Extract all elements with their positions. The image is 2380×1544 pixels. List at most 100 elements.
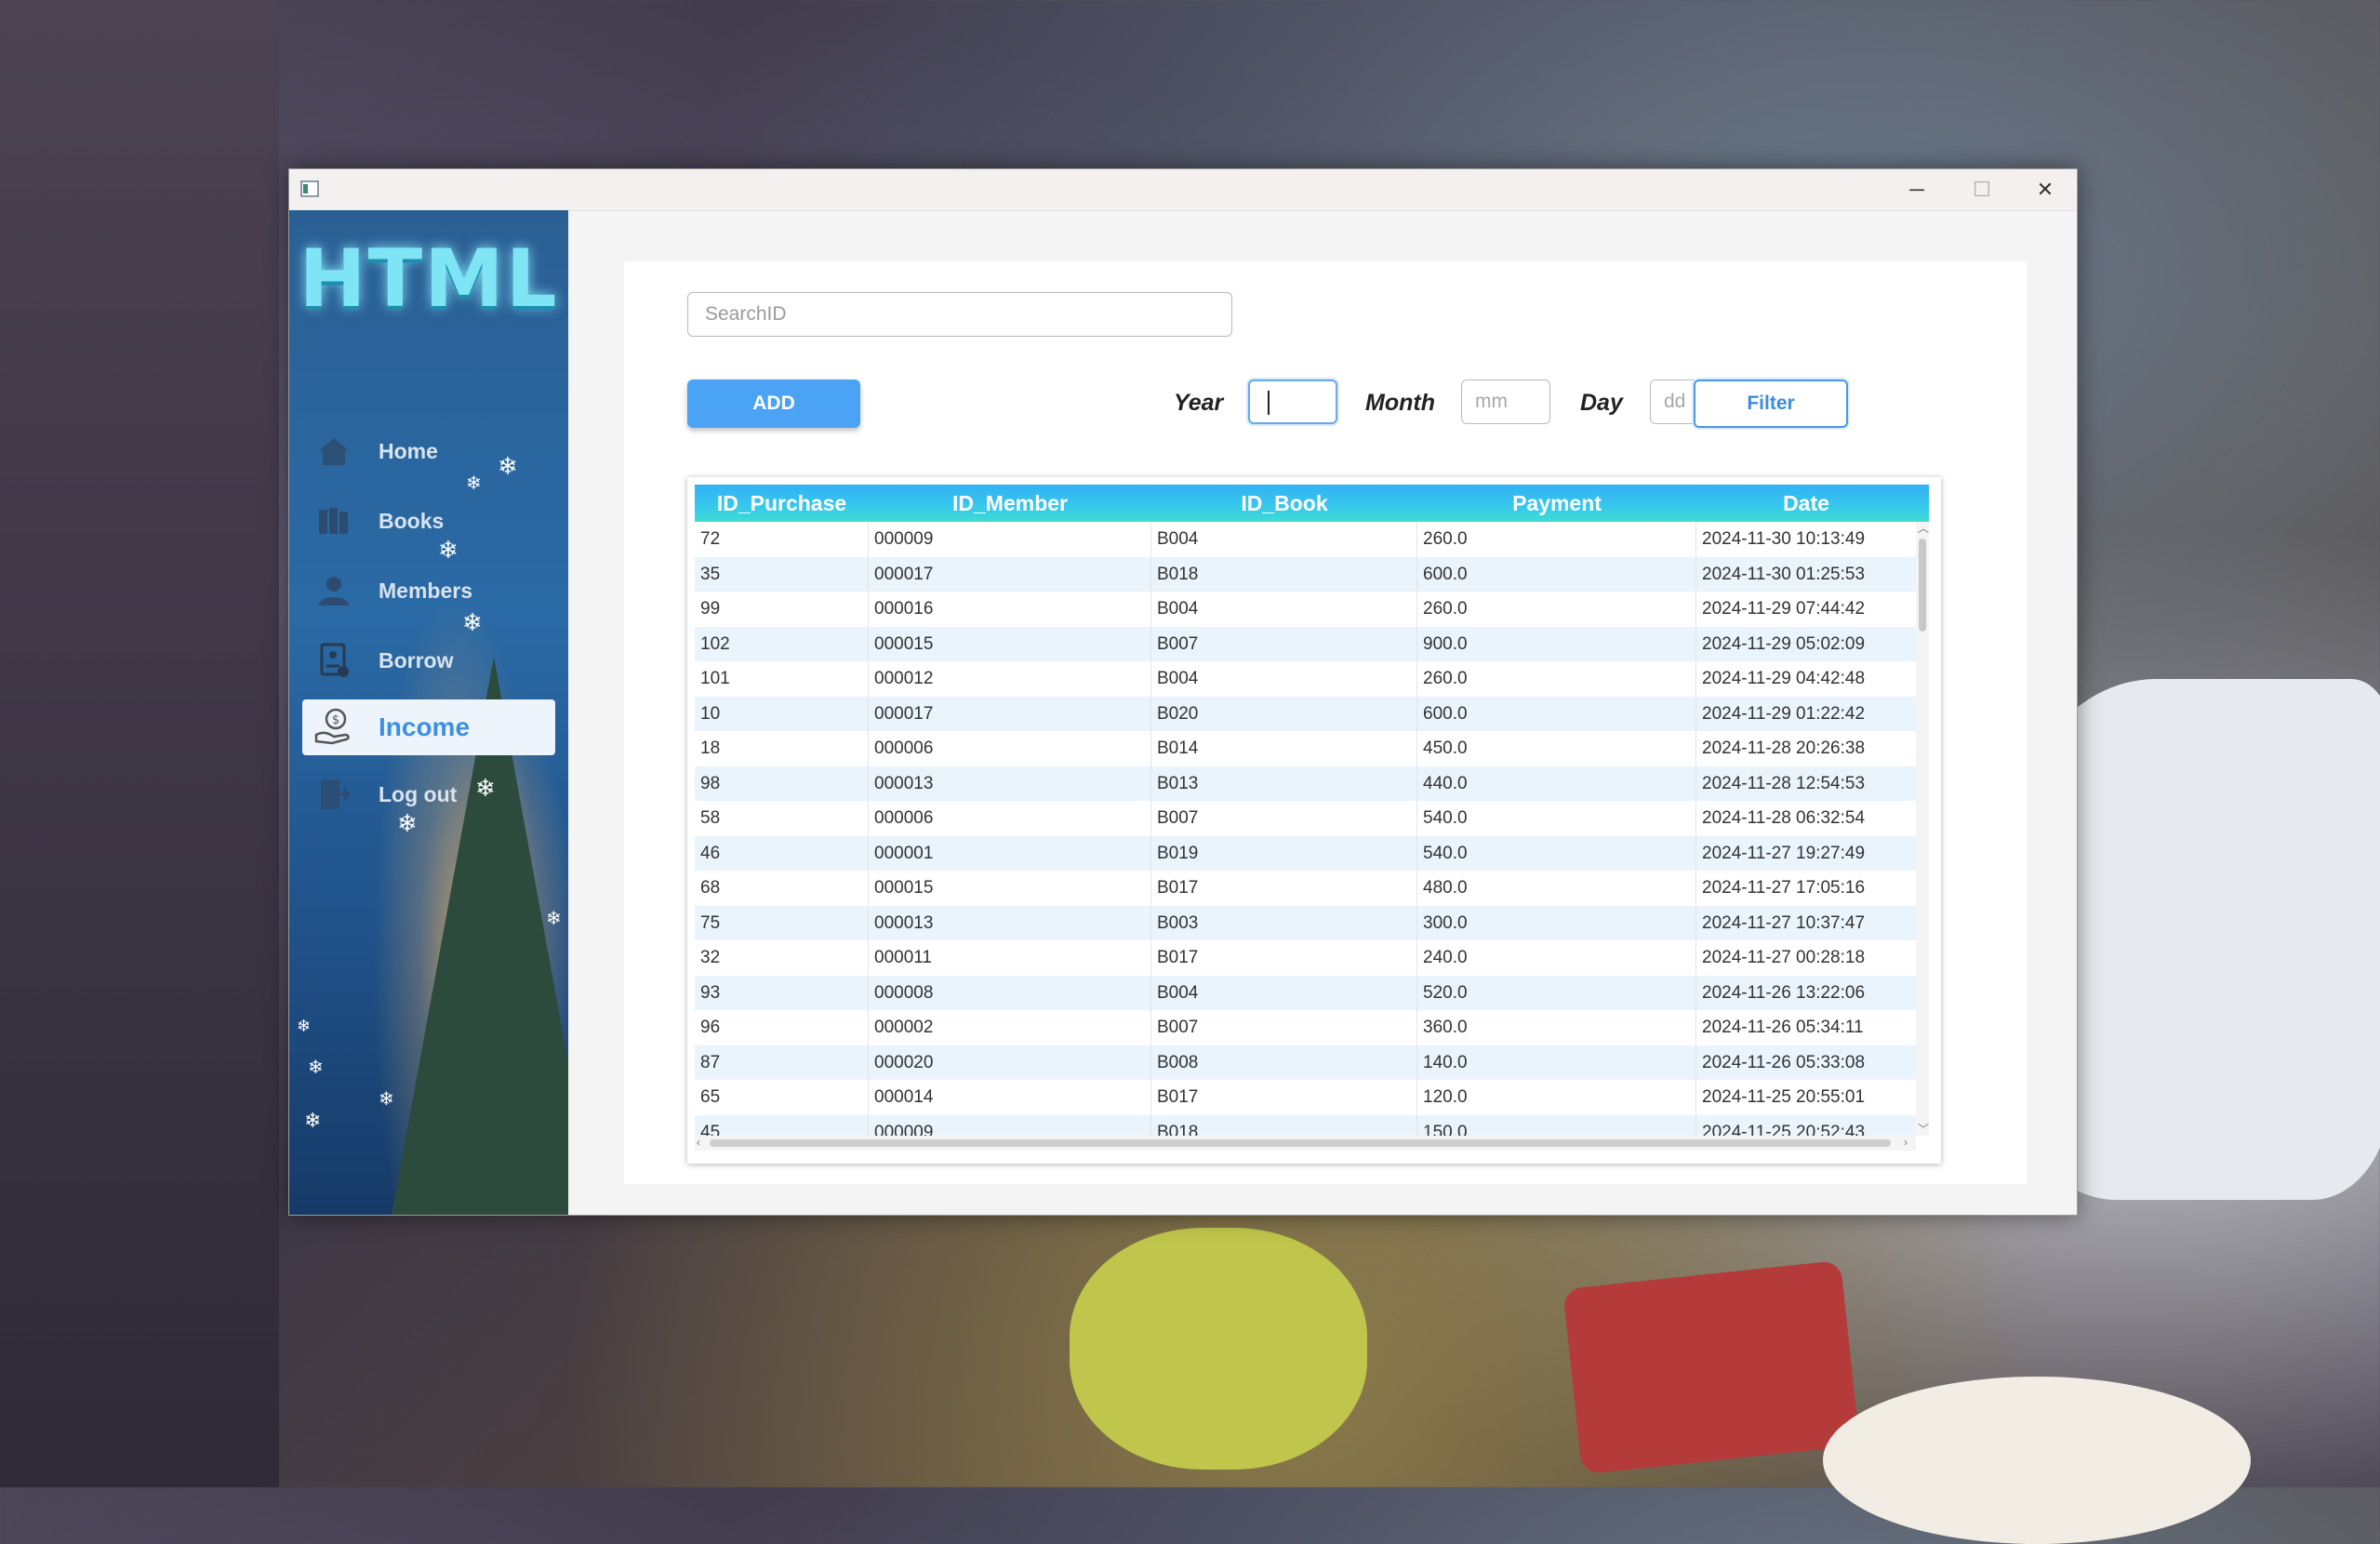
table-cell: 000020 bbox=[869, 1045, 1151, 1080]
table-cell: B014 bbox=[1151, 731, 1417, 766]
table-cell: 600.0 bbox=[1417, 696, 1696, 731]
table-cell: 2024-11-28 12:54:53 bbox=[1702, 773, 1866, 793]
year-input[interactable] bbox=[1248, 379, 1337, 424]
sidebar-item-label: Log out bbox=[379, 781, 458, 806]
table-row[interactable]: 45 000009 B018 150.0 2024-11-25 20:52:43 bbox=[695, 1114, 1916, 1137]
table-cell: 96 bbox=[695, 1010, 869, 1045]
table-cell: 000009 bbox=[869, 1114, 1151, 1136]
table-cell: 000017 bbox=[869, 556, 1151, 592]
table-cell: 102 bbox=[695, 626, 869, 661]
scroll-up-icon[interactable]: ︿ bbox=[1918, 520, 1929, 536]
table-cell: B017 bbox=[1151, 940, 1417, 976]
table-cell: 75 bbox=[695, 905, 869, 940]
table-cell: 2024-11-27 17:05:16 bbox=[1702, 878, 1866, 898]
year-label: Year bbox=[1174, 390, 1224, 416]
table-cell: B019 bbox=[1151, 835, 1417, 871]
search-input[interactable] bbox=[687, 292, 1232, 337]
table-row[interactable]: 65 000014 B017 120.0 2024-11-25 20:55:01 bbox=[695, 1080, 1916, 1115]
table-row[interactable]: 75 000013 B003 300.0 2024-11-27 10:37:47 bbox=[695, 905, 1916, 940]
table-cell: 000008 bbox=[869, 975, 1151, 1010]
table-cell: 000001 bbox=[869, 835, 1151, 871]
sidebar-item-logout[interactable]: Log out bbox=[302, 766, 555, 822]
month-input[interactable] bbox=[1461, 379, 1550, 424]
sidebar-item-home[interactable]: Home bbox=[302, 423, 555, 479]
table-cell: 2024-11-30 10:13:49 bbox=[1702, 529, 1866, 549]
sidebar-item-books[interactable]: Books bbox=[302, 493, 555, 549]
app-window: ─ ☐ ✕ HTML ❄ ❄ ❄ ❄ ❄ ❄ ❄ ❄ ❄ ❄ ❄ Home Bo… bbox=[288, 168, 2078, 1216]
table-cell: 000009 bbox=[869, 522, 1151, 557]
table-row[interactable]: 46 000001 B019 540.0 2024-11-27 19:27:49 bbox=[695, 835, 1916, 871]
sidebar-item-income[interactable]: $ Income bbox=[302, 699, 555, 755]
table-header: ID_Purchase ID_Member ID_Book Payment Da… bbox=[695, 485, 1929, 522]
scroll-down-icon[interactable]: ﹀ bbox=[1918, 1121, 1929, 1137]
table-row[interactable]: 98 000013 B013 440.0 2024-11-28 12:54:53 bbox=[695, 765, 1916, 801]
column-header[interactable]: Payment bbox=[1417, 485, 1696, 522]
home-icon bbox=[312, 429, 356, 473]
table-cell: B004 bbox=[1151, 522, 1417, 557]
horizontal-scrollbar[interactable]: ‹ › bbox=[695, 1136, 1916, 1151]
maximize-button[interactable]: ☐ bbox=[1950, 169, 2014, 210]
table-cell: 000017 bbox=[869, 696, 1151, 731]
table-row[interactable]: 101 000012 B004 260.0 2024-11-29 04:42:48 bbox=[695, 661, 1916, 697]
table-cell: 000016 bbox=[869, 592, 1151, 627]
column-header[interactable]: ID_Purchase bbox=[695, 485, 869, 522]
table-cell: 2024-11-26 13:22:06 bbox=[1702, 982, 1866, 1003]
scroll-left-icon[interactable]: ‹ bbox=[697, 1136, 700, 1149]
table-cell: 2024-11-25 20:55:01 bbox=[1702, 1087, 1866, 1107]
table-row[interactable]: 99 000016 B004 260.0 2024-11-29 07:44:42 bbox=[695, 592, 1916, 627]
table-cell: 58 bbox=[695, 801, 869, 836]
members-icon bbox=[312, 568, 356, 613]
svg-text:$: $ bbox=[332, 713, 339, 727]
filter-button[interactable]: Filter bbox=[1694, 379, 1848, 428]
borrow-icon bbox=[312, 638, 356, 683]
app-icon bbox=[300, 180, 319, 197]
table-row[interactable]: 68 000015 B017 480.0 2024-11-27 17:05:16 bbox=[695, 871, 1916, 906]
sidebar-item-borrow[interactable]: Borrow bbox=[302, 632, 555, 688]
table-cell: 480.0 bbox=[1417, 871, 1696, 906]
table-cell: 360.0 bbox=[1417, 1010, 1696, 1045]
table-cell: 65 bbox=[695, 1080, 869, 1115]
table-cell: 000006 bbox=[869, 801, 1151, 836]
table-row[interactable]: 102 000015 B007 900.0 2024-11-29 05:02:09 bbox=[695, 626, 1916, 661]
table-row[interactable]: 18 000006 B014 450.0 2024-11-28 20:26:38 bbox=[695, 731, 1916, 766]
app-logo: HTML bbox=[299, 233, 559, 326]
scroll-right-icon[interactable]: › bbox=[1904, 1136, 1908, 1149]
column-header[interactable]: ID_Book bbox=[1151, 485, 1417, 522]
close-button[interactable]: ✕ bbox=[2014, 169, 2077, 210]
sidebar-item-members[interactable]: Members bbox=[302, 563, 555, 619]
table-cell: 540.0 bbox=[1417, 801, 1696, 836]
table-cell: 72 bbox=[695, 522, 869, 557]
table-cell: 540.0 bbox=[1417, 835, 1696, 871]
table-cell: 2024-11-26 05:34:11 bbox=[1702, 1018, 1864, 1037]
snowflake-icon: ❄ bbox=[297, 1017, 312, 1035]
table-body: 72 000009 B004 260.0 2024-11-30 10:13:49 35 00… bbox=[695, 522, 1916, 1136]
table-row[interactable]: 96 000002 B007 360.0 2024-11-26 05:34:11 bbox=[695, 1010, 1916, 1045]
table-row[interactable]: 58 000006 B007 540.0 2024-11-28 06:32:54 bbox=[695, 801, 1916, 836]
table-cell: 2024-11-25 20:52:43 bbox=[1702, 1122, 1866, 1137]
table-row[interactable]: 72 000009 B004 260.0 2024-11-30 10:13:49 bbox=[695, 522, 1916, 557]
table-row[interactable]: 93 000008 B004 520.0 2024-11-26 13:22:06 bbox=[695, 975, 1916, 1010]
table-cell: 000015 bbox=[869, 871, 1151, 906]
column-header[interactable]: Date bbox=[1696, 485, 1916, 522]
table-cell: 93 bbox=[695, 975, 869, 1010]
day-label: Day bbox=[1580, 390, 1623, 416]
table-cell: 32 bbox=[695, 940, 869, 976]
table-row[interactable]: 87 000020 B008 140.0 2024-11-26 05:33:08 bbox=[695, 1045, 1916, 1080]
table-row[interactable]: 32 000011 B017 240.0 2024-11-27 00:28:18 bbox=[695, 940, 1916, 976]
table-cell: 87 bbox=[695, 1045, 869, 1080]
table-cell: 35 bbox=[695, 556, 869, 592]
table-cell: 900.0 bbox=[1417, 626, 1696, 661]
scrollbar-thumb[interactable] bbox=[710, 1139, 1891, 1147]
minimize-button[interactable]: ─ bbox=[1885, 169, 1948, 210]
table-cell: B007 bbox=[1151, 626, 1417, 661]
table-cell: 2024-11-27 10:37:47 bbox=[1702, 912, 1866, 933]
table-cell: 600.0 bbox=[1417, 556, 1696, 592]
scrollbar-thumb[interactable] bbox=[1919, 539, 1926, 632]
table-cell: B004 bbox=[1151, 661, 1417, 697]
table-row[interactable]: 10 000017 B020 600.0 2024-11-29 01:22:42 bbox=[695, 696, 1916, 731]
add-button[interactable]: ADD bbox=[687, 379, 860, 428]
vertical-scrollbar[interactable]: ︿ ﹀ bbox=[1916, 522, 1929, 1136]
table-row[interactable]: 35 000017 B018 600.0 2024-11-30 01:25:53 bbox=[695, 556, 1916, 592]
table-cell: B007 bbox=[1151, 1010, 1417, 1045]
column-header[interactable]: ID_Member bbox=[869, 485, 1151, 522]
